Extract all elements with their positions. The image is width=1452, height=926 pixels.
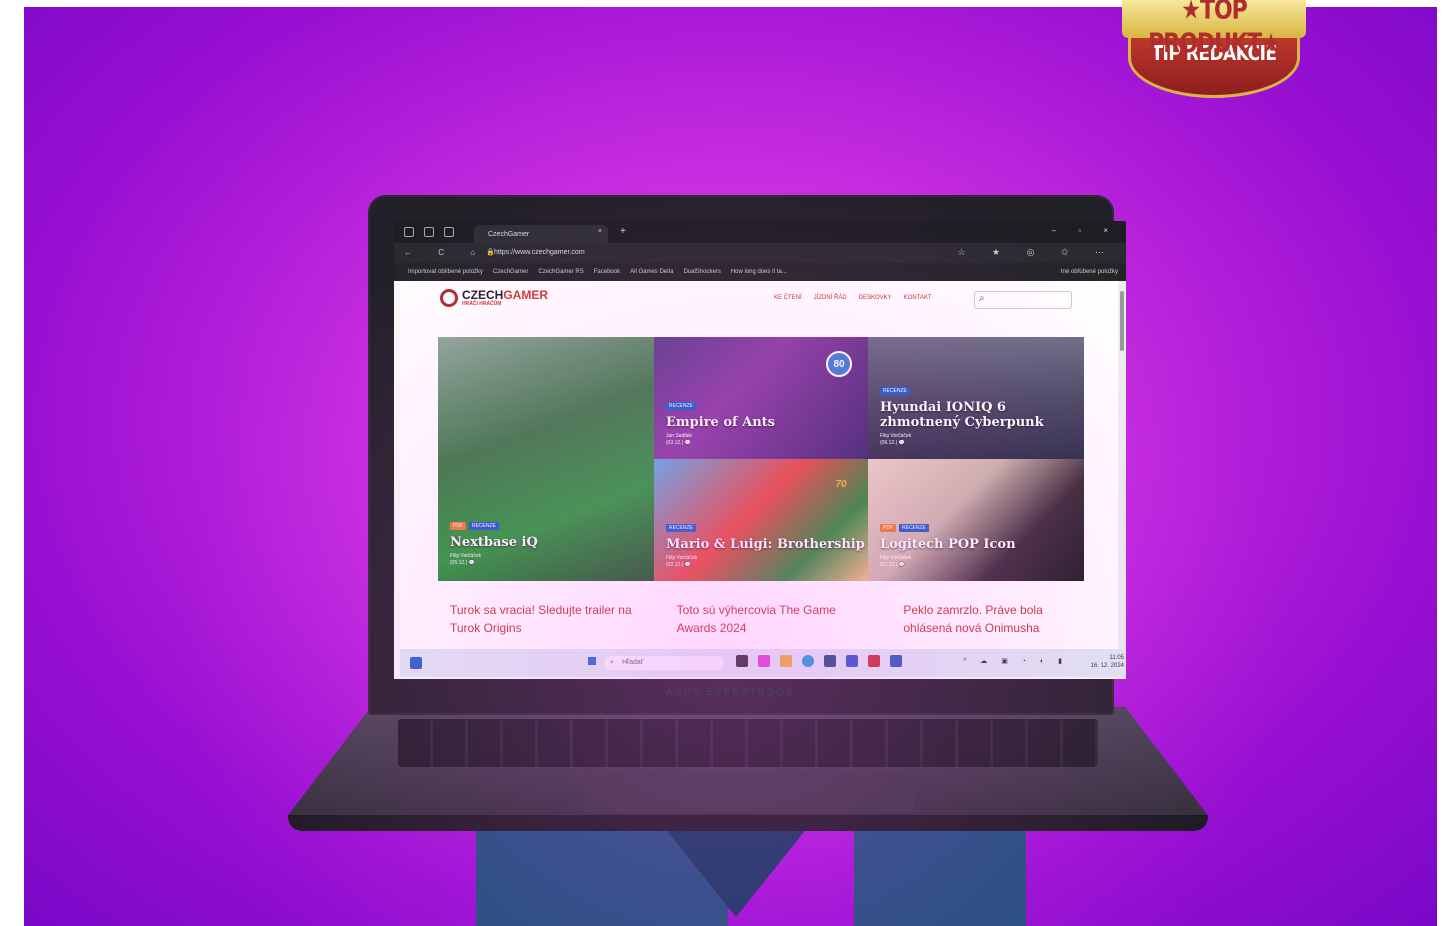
bookmark-item[interactable]: CzechGamer <box>493 269 528 275</box>
taskbar-apps <box>736 655 902 667</box>
headline-link[interactable]: Turok sa vracia! Sledujte trailer na Tur… <box>450 601 637 637</box>
bookmark-item[interactable]: How long does it ta... <box>731 269 787 275</box>
browser-addressbar: ← C ⌂ 🔒 https://www.czechgamer.com ☆ ★ ◎… <box>394 243 1126 263</box>
nav-link[interactable]: KE ČTENÍ <box>774 295 802 301</box>
store-icon[interactable] <box>824 655 836 667</box>
laptop-trackpad <box>584 773 914 813</box>
clock-time: 11:05 <box>1109 655 1124 661</box>
widgets-icon[interactable] <box>410 657 422 669</box>
browser-tabbar: CzechGamer × + – ▫ × <box>394 221 1126 243</box>
other-bookmarks[interactable]: Iné obľúbené položky <box>1061 269 1118 275</box>
file-explorer-icon[interactable] <box>780 655 792 667</box>
tag-badge: RECENZE <box>899 524 929 532</box>
headline-list: Turok sa vracia! Sledujte trailer na Tur… <box>450 601 1090 637</box>
taskbar-search-input[interactable]: ⌕ Hľadať <box>604 656 724 670</box>
tag-badge: RECENZE <box>666 402 696 410</box>
edge-icon[interactable] <box>802 655 814 667</box>
tab-actions-icon[interactable] <box>424 227 434 237</box>
photos-icon[interactable] <box>846 655 858 667</box>
search-icon: ⌕ <box>979 293 985 304</box>
windows-taskbar: ⌕ Hľadať ^ ☁ ▣ ◔ ◐ ▮ 11:05 16. 12. 2024 <box>400 649 1126 677</box>
card-title: Mario & Luigi: Brothership <box>666 537 865 552</box>
card-author: Jan Sadilek <box>666 433 692 439</box>
award-top-text: ★TOP PRODUKT★ <box>1148 0 1281 60</box>
site-nav: KE ČTENÍ JÍZDNÍ ŘÁD DESKOVKY KONTAKT <box>774 295 932 301</box>
clock[interactable]: 11:05 16. 12. 2024 <box>1091 654 1124 670</box>
award-ribbon: ★TOP PRODUKT★ <box>1122 0 1306 59</box>
laptop-deck-front <box>288 815 1208 831</box>
tab-close-icon[interactable]: × <box>598 228 602 235</box>
logo-mark-icon <box>440 289 458 307</box>
card-date: (05.12.) 💬 <box>450 560 475 566</box>
featured-grid: PDF RECENZE Nextbase iQ Filip Vorčáček (05… <box>438 337 1084 581</box>
app-icon[interactable] <box>890 655 902 667</box>
browser-tab[interactable]: CzechGamer × <box>474 225 608 243</box>
bookmark-item[interactable]: DualShockers <box>683 269 720 275</box>
product-photo: ASUS EXPERTBOOK CzechGamer × + – ▫ × ← C… <box>24 7 1437 926</box>
featured-card[interactable]: PDF RECENZE Logitech POP Icon Filip Vorčá… <box>868 459 1084 581</box>
window-controls[interactable]: – ▫ × <box>1052 226 1118 235</box>
tab-title: CzechGamer <box>488 230 530 238</box>
task-view-icon[interactable] <box>736 655 748 667</box>
card-title: Empire of Ants <box>666 415 775 430</box>
card-author: Filip Vorčáček <box>666 555 698 561</box>
nav-icons[interactable]: ← C ⌂ <box>404 248 487 257</box>
url-field[interactable]: https://www.czechgamer.com <box>494 249 585 256</box>
featured-card[interactable]: 70 RECENZE Mario & Luigi: Brothership Fi… <box>654 459 868 581</box>
card-date: (02.12.) 💬 <box>666 562 691 568</box>
tag-badge: RECENZE <box>880 387 910 395</box>
tag-badge: PDF <box>450 522 466 530</box>
featured-card[interactable]: RECENZE Hyundai IONIQ 6 zhmotnený Cyberp… <box>868 337 1084 459</box>
tag-badge: PDF <box>880 524 896 532</box>
score-badge: 70 <box>835 478 847 490</box>
site-search-input[interactable]: ⌕ <box>974 291 1072 309</box>
tag-badge: RECENZE <box>469 522 499 530</box>
bookmark-item[interactable]: Facebook <box>594 269 620 275</box>
card-title: Logitech POP Icon <box>880 537 1016 552</box>
card-author: Filip Vorčáček <box>450 553 482 559</box>
card-author: Filip Vorčáček <box>880 555 912 561</box>
mcafee-icon[interactable] <box>868 655 880 667</box>
bookmark-item[interactable]: Importovat oblíbené položky <box>408 269 483 275</box>
card-date: (06.12.) 💬 <box>880 440 905 446</box>
laptop-keyboard <box>398 719 1098 767</box>
bookmark-item[interactable]: CzechGamer RS <box>538 269 583 275</box>
card-title: Hyundai IONIQ 6 zhmotnený Cyberpunk <box>880 400 1044 430</box>
new-tab-icon[interactable]: + <box>620 226 626 237</box>
card-author: Filip Vorčáček <box>880 433 912 439</box>
card-title: Nextbase iQ <box>450 535 538 550</box>
page-scrollbar[interactable] <box>1118 281 1126 649</box>
bookmarks-bar: Importovat oblíbené položky CzechGamer C… <box>394 263 1126 281</box>
headline-link[interactable]: Peklo zamrzlo. Práve bola ohlásená nová … <box>903 601 1090 637</box>
site-logo[interactable]: CZECHGAMER HRÁČI HRÁČŮM <box>440 289 548 307</box>
workspaces-icon[interactable] <box>404 227 414 237</box>
card-date: (03.12.) 💬 <box>666 440 691 446</box>
logo-text: CZECHGAMER <box>462 287 549 302</box>
featured-card[interactable]: 80 RECENZE Empire of Ants Jan Sadilek (03… <box>654 337 868 459</box>
laptop-screen: CzechGamer × + – ▫ × ← C ⌂ 🔒 https://www… <box>394 221 1126 679</box>
vertical-tabs-icon[interactable] <box>444 227 454 237</box>
score-badge: 80 <box>826 351 852 377</box>
copilot-icon[interactable] <box>758 655 770 667</box>
nav-link[interactable]: JÍZDNÍ ŘÁD <box>814 295 847 301</box>
start-icon[interactable] <box>588 657 596 665</box>
laptop-brand: ASUS EXPERTBOOK <box>666 687 795 698</box>
tag-badge: RECENZE <box>666 524 696 532</box>
toolbar-icons[interactable]: ☆ ★ ◎ ✩ ⋯ <box>957 247 1116 258</box>
bookmark-item[interactable]: All Games Delta <box>630 269 673 275</box>
system-tray-icons[interactable]: ^ ☁ ▣ ◔ ◐ ▮ <box>963 657 1068 665</box>
headline-link[interactable]: Toto sú výhercovia The Game Awards 2024 <box>677 601 864 637</box>
featured-card[interactable]: PDF RECENZE Nextbase iQ Filip Vorčáček (05… <box>438 337 654 581</box>
search-placeholder: Hľadať <box>622 659 644 666</box>
card-date: (01.12.) 💬 <box>880 562 905 568</box>
website: CZECHGAMER HRÁČI HRÁČŮM KE ČTENÍ JÍZDNÍ … <box>400 281 1118 649</box>
pedestal-right <box>854 827 1026 926</box>
search-icon: ⌕ <box>610 659 614 666</box>
pedestal-gap <box>664 827 808 917</box>
award-badge: TIP REDAKCIE ★TOP PRODUKT★ <box>1122 0 1306 100</box>
clock-date: 16. 12. 2024 <box>1090 663 1124 669</box>
nav-link[interactable]: KONTAKT <box>904 295 932 301</box>
nav-link[interactable]: DESKOVKY <box>859 295 892 301</box>
